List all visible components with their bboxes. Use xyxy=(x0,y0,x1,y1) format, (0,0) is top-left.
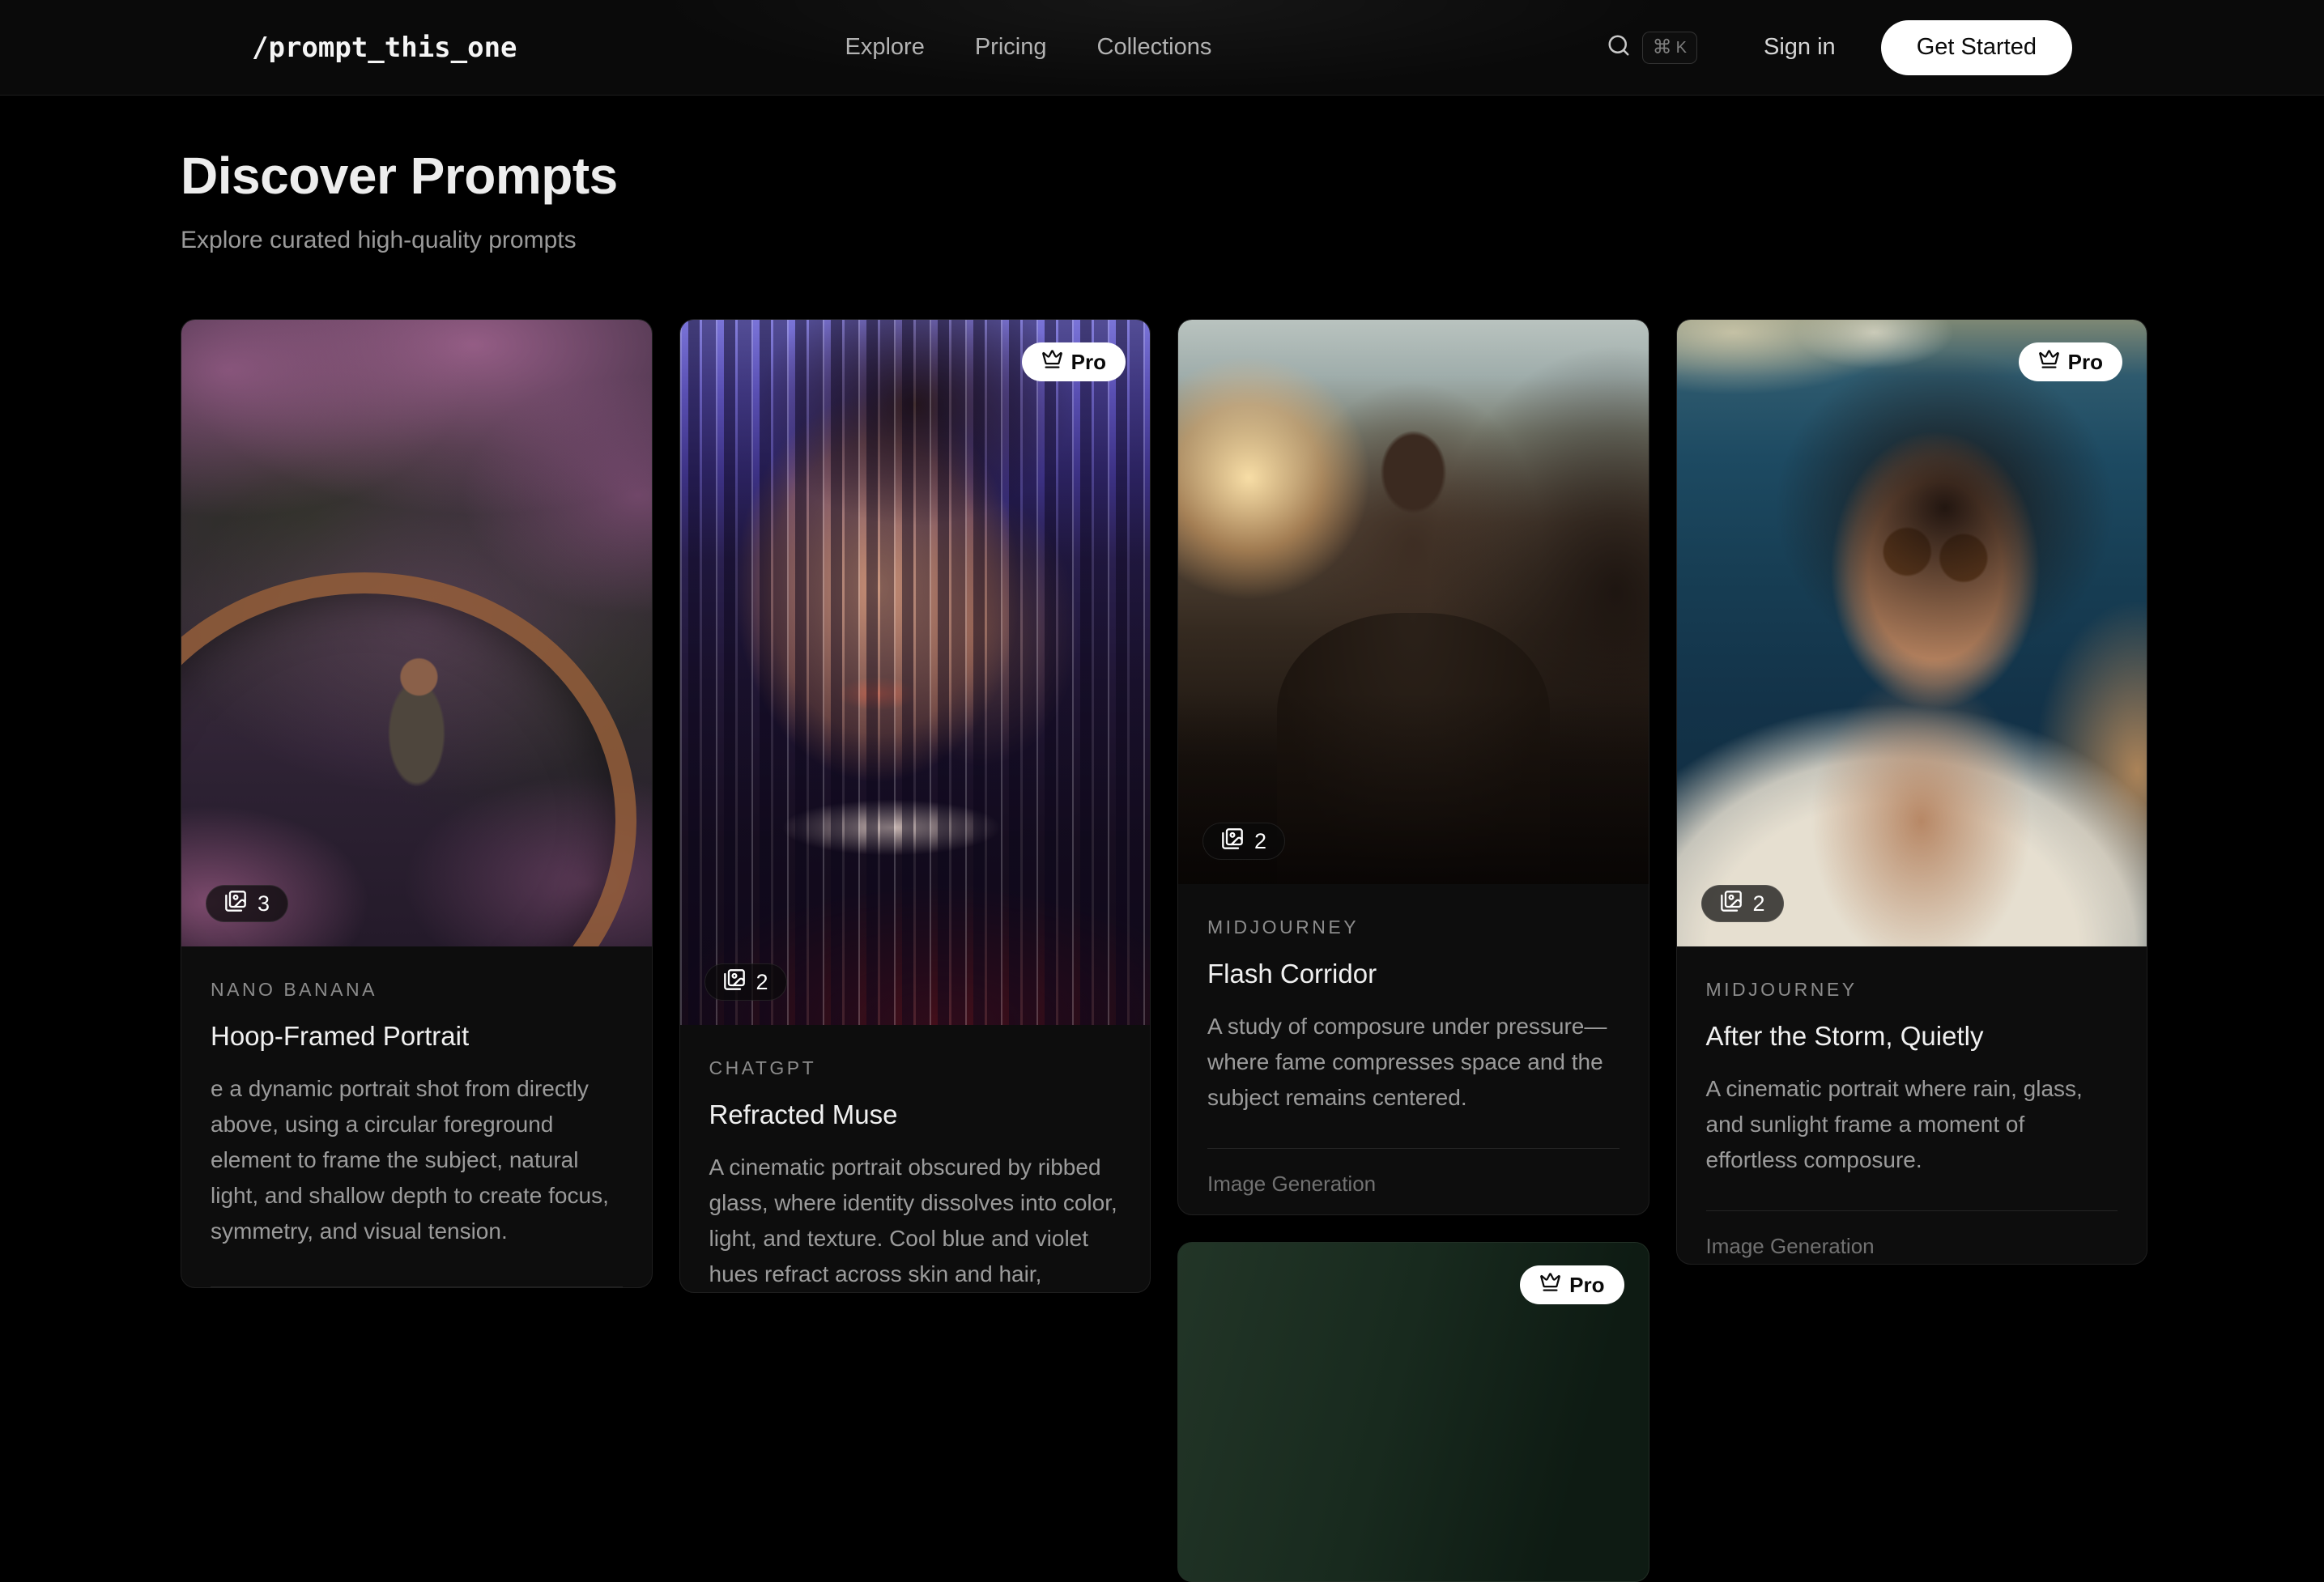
nav-item-collections[interactable]: Collections xyxy=(1097,34,1212,61)
image-count: 2 xyxy=(1254,829,1266,854)
card-divider xyxy=(211,1286,623,1287)
prompt-card-flash-corridor[interactable]: 2 MIDJOURNEY Flash Corridor A study of c… xyxy=(1177,319,1649,1215)
card-footer: Image Generation xyxy=(1207,1116,1620,1215)
images-icon xyxy=(723,968,746,997)
pro-badge: Pro xyxy=(1520,1265,1624,1304)
card-body: MIDJOURNEY Flash Corridor A study of com… xyxy=(1178,884,1649,1214)
command-icon: ⌘ xyxy=(1653,38,1672,57)
pro-label: Pro xyxy=(2068,350,2103,375)
prompt-card-partial[interactable]: Pro xyxy=(1177,1242,1649,1582)
flash-corridor-image xyxy=(1178,320,1649,884)
image-count: 3 xyxy=(258,891,270,916)
refracted-muse-image xyxy=(680,320,1151,1025)
images-icon xyxy=(224,890,247,918)
model-label: MIDJOURNEY xyxy=(1207,916,1620,938)
pro-label: Pro xyxy=(1569,1273,1604,1298)
card-image: 3 xyxy=(181,320,652,946)
prompt-card-after-the-storm[interactable]: Pro 2 MIDJOURNEY After the Storm, Quietl… xyxy=(1676,319,2148,1265)
main-nav: Explore Pricing Collections xyxy=(845,34,1212,61)
crown-icon xyxy=(1539,1271,1561,1299)
sign-in-link[interactable]: Sign in xyxy=(1764,34,1836,61)
keyboard-shortcut-chip[interactable]: ⌘ K xyxy=(1642,32,1697,64)
prompt-title: Flash Corridor xyxy=(1207,959,1620,989)
header-inner: /prompt_this_one Explore Pricing Collect… xyxy=(252,20,2072,75)
prompt-grid: 3 NANO BANANA Hoop-Framed Portrait e a d… xyxy=(181,319,2147,1582)
prompt-title: Refracted Muse xyxy=(709,1099,1122,1130)
shortcut-key: K xyxy=(1676,40,1687,56)
after-the-storm-image xyxy=(1677,320,2147,946)
prompt-description: A cinematic portrait where rain, glass, … xyxy=(1706,1071,2118,1178)
pro-badge: Pro xyxy=(2019,342,2122,381)
card-image: Pro 2 xyxy=(1677,320,2147,946)
card-image: 2 xyxy=(1178,320,1649,884)
image-count-badge: 2 xyxy=(1701,885,1784,922)
grid-column-3: 2 MIDJOURNEY Flash Corridor A study of c… xyxy=(1177,319,1649,1582)
pro-label: Pro xyxy=(1071,350,1106,375)
grid-column-4: Pro 2 MIDJOURNEY After the Storm, Quietl… xyxy=(1676,319,2148,1265)
image-count: 2 xyxy=(1753,891,1765,916)
nav-item-explore[interactable]: Explore xyxy=(845,34,925,61)
prompt-description: e a dynamic portrait shot from directly … xyxy=(211,1071,623,1249)
card-body: NANO BANANA Hoop-Framed Portrait e a dyn… xyxy=(181,946,652,1287)
prompt-description: A cinematic portrait obscured by ribbed … xyxy=(709,1150,1122,1292)
image-count-badge: 2 xyxy=(704,963,787,1001)
grid-column-1: 3 NANO BANANA Hoop-Framed Portrait e a d… xyxy=(181,319,653,1288)
header: /prompt_this_one Explore Pricing Collect… xyxy=(0,0,2324,96)
crown-icon xyxy=(1041,348,1063,376)
prompt-card-hoop-framed-portrait[interactable]: 3 NANO BANANA Hoop-Framed Portrait e a d… xyxy=(181,319,653,1288)
page-subtitle: Explore curated high-quality prompts xyxy=(181,227,2147,254)
images-icon xyxy=(1221,827,1244,856)
model-label: NANO BANANA xyxy=(211,979,623,1001)
page-title: Discover Prompts xyxy=(181,146,2147,206)
nav-item-pricing[interactable]: Pricing xyxy=(975,34,1047,61)
category-label: Image Generation xyxy=(1706,1211,2118,1265)
image-count: 2 xyxy=(756,970,768,995)
search-button[interactable] xyxy=(1607,33,1631,62)
images-icon xyxy=(1720,890,1743,918)
pro-badge: Pro xyxy=(1022,342,1126,381)
header-actions: ⌘ K Sign in Get Started xyxy=(1607,20,2072,75)
brand-logo[interactable]: /prompt_this_one xyxy=(252,32,517,64)
model-label: MIDJOURNEY xyxy=(1706,979,2118,1001)
prompt-title: After the Storm, Quietly xyxy=(1706,1021,2118,1052)
image-count-badge: 3 xyxy=(206,885,288,922)
search-icon xyxy=(1607,33,1631,62)
prompt-card-refracted-muse[interactable]: Pro 2 CHATGPT Refracted Muse A cinematic… xyxy=(679,319,1151,1293)
prompt-description: A study of composure under pressure—wher… xyxy=(1207,1009,1620,1116)
prompt-title: Hoop-Framed Portrait xyxy=(211,1021,623,1052)
card-body: MIDJOURNEY After the Storm, Quietly A ci… xyxy=(1677,946,2147,1264)
model-label: CHATGPT xyxy=(709,1057,1122,1079)
card-image: Pro 2 xyxy=(680,320,1151,1025)
card-footer xyxy=(211,1249,623,1287)
card-footer: Image Generation xyxy=(1706,1178,2118,1265)
get-started-button[interactable]: Get Started xyxy=(1881,20,2072,75)
grid-column-2: Pro 2 CHATGPT Refracted Muse A cinematic… xyxy=(679,319,1151,1293)
hoop-portrait-image xyxy=(181,320,652,946)
main-content: Discover Prompts Explore curated high-qu… xyxy=(0,146,2324,1582)
crown-icon xyxy=(2038,348,2060,376)
image-count-badge: 2 xyxy=(1202,823,1285,860)
card-body: CHATGPT Refracted Muse A cinematic portr… xyxy=(680,1025,1151,1292)
category-label: Image Generation xyxy=(1207,1149,1620,1215)
